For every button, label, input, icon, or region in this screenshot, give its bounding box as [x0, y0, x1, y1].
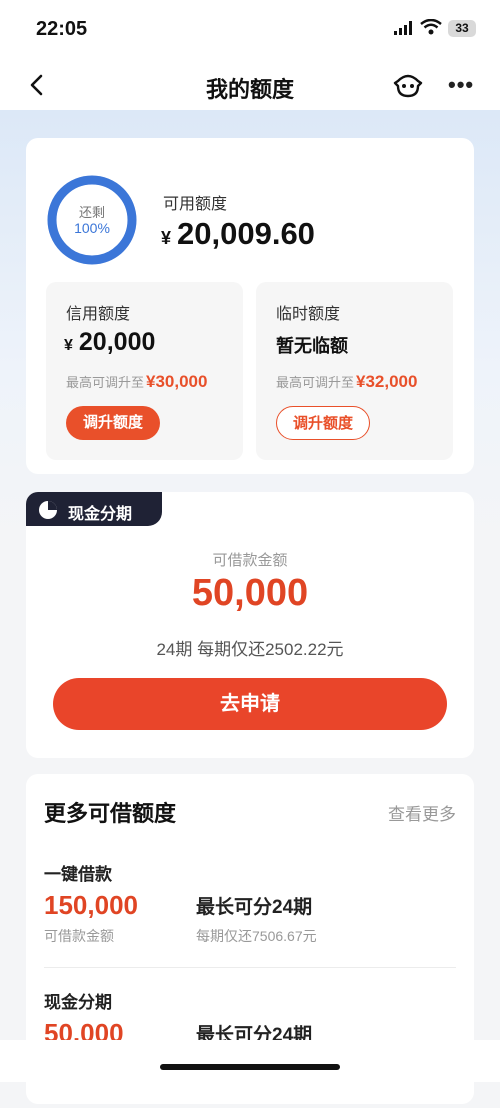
divider	[44, 967, 456, 968]
customer-service-robot-icon[interactable]	[392, 72, 424, 98]
more-menu-icon[interactable]: •••	[448, 72, 474, 98]
temp-limit-value: 暂无临额	[276, 336, 348, 356]
product-amount: 150,000	[44, 890, 138, 920]
raise-credit-button[interactable]: 调升额度	[66, 406, 160, 440]
status-time: 22:05	[36, 18, 88, 40]
max-note-prefix: 最高可调升至	[66, 375, 145, 390]
product-term: 最长可分24期	[196, 897, 313, 918]
quota-card: 还剩 100% 可用额度 ¥20,009.60 信用额度 ¥20,000 最高可…	[26, 138, 474, 474]
home-indicator[interactable]	[160, 1064, 340, 1070]
product-name: 一键借款	[44, 865, 112, 884]
loan-amount: 50,000	[191, 572, 309, 614]
product-note: 每期仅还7506.67元	[196, 928, 317, 944]
page-title: 我的额度	[205, 77, 294, 102]
battery-icon: 33	[448, 20, 476, 37]
temp-max-note: 最高可调升至 ¥32,000	[276, 372, 417, 392]
credit-limit-panel: 信用额度 ¥20,000 最高可调升至 ¥30,000 调升额度	[46, 282, 243, 460]
pie-chart-icon	[39, 501, 57, 519]
cash-installment-card: 现金分期 可借款金额 50,000 24期 每期仅还2502.22元 去申请	[26, 492, 474, 758]
raise-temp-button[interactable]: 调升额度	[276, 406, 370, 440]
credit-max-note: 最高可调升至 ¥30,000	[66, 372, 207, 392]
currency-symbol: ¥	[161, 228, 172, 248]
product-item-quick-loan[interactable]: 一键借款 150,000 可借款金额 最长可分24期 每期仅还7506.67元	[44, 860, 456, 980]
signal-icon	[394, 21, 412, 35]
credit-limit-amount: 20,000	[78, 328, 156, 356]
wifi-icon	[420, 19, 442, 35]
nav-bar: 我的额度 •••	[0, 60, 500, 110]
ring-label: 还剩	[78, 205, 105, 220]
available-value: ¥20,009.60	[161, 216, 315, 252]
max-note-value: ¥32,000	[356, 372, 418, 391]
currency-symbol: ¥	[64, 337, 73, 354]
see-more-link[interactable]: 查看更多	[388, 800, 456, 825]
loan-terms: 24期 每期仅还2502.22元	[156, 640, 344, 659]
product-name: 现金分期	[44, 993, 112, 1012]
available-label: 可用额度	[163, 196, 228, 213]
ring-percent: 100%	[74, 220, 110, 236]
credit-limit-value: ¥20,000	[64, 328, 155, 357]
section-title: 更多可借额度	[44, 801, 177, 826]
temp-limit-label: 临时额度	[276, 306, 341, 323]
max-note-prefix: 最高可调升至	[276, 375, 355, 390]
status-bar: 22:05 33	[0, 0, 500, 60]
temp-limit-panel: 临时额度 暂无临额 最高可调升至 ¥32,000 调升额度	[256, 282, 453, 460]
tag-label: 现金分期	[68, 506, 133, 523]
product-amount-label: 可借款金额	[44, 928, 114, 944]
loan-amount-label: 可借款金额	[212, 552, 288, 569]
cash-installment-tag: 现金分期	[26, 492, 162, 526]
credit-limit-label: 信用额度	[66, 306, 131, 323]
apply-button[interactable]: 去申请	[53, 678, 447, 730]
max-note-value: ¥30,000	[146, 372, 208, 391]
home-indicator-area	[0, 1040, 500, 1082]
available-amount: 20,009.60	[177, 216, 315, 251]
